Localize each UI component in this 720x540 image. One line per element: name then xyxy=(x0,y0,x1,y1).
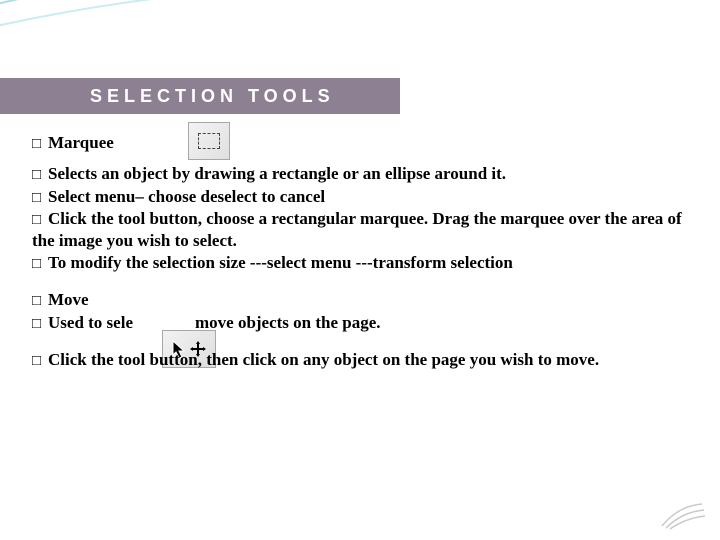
bullet-marker: □ xyxy=(32,255,48,274)
page-title: SELECTION TOOLS xyxy=(90,86,335,107)
bullet-text: Select menu– choose deselect to cancel xyxy=(48,187,325,206)
bullet-marker: □ xyxy=(32,189,48,208)
background-swoosh xyxy=(0,0,720,140)
bullet-text: Click the tool button, then click on any… xyxy=(48,350,599,369)
bullet-line: □Select menu– choose deselect to cancel xyxy=(32,186,688,208)
bullet-marker: □ xyxy=(32,166,48,185)
bullet-text: To modify the selection size ---select m… xyxy=(48,253,513,272)
bullet-marker: □ xyxy=(32,352,48,371)
bullet-marker: □ xyxy=(32,292,48,311)
bullet-line: □Move xyxy=(32,289,688,311)
bullet-text-post: move objects on the page. xyxy=(195,313,381,332)
bullet-line: □To modify the selection size ---select … xyxy=(32,252,688,274)
content-area: □Marquee □Selects an object by drawing a… xyxy=(32,132,688,371)
bullet-marker: □ xyxy=(32,135,48,154)
bullet-line: □Selects an object by drawing a rectangl… xyxy=(32,163,688,185)
bullet-text: Selects an object by drawing a rectangle… xyxy=(48,164,506,183)
bullet-marker: □ xyxy=(32,315,48,334)
title-bar: SELECTION TOOLS xyxy=(0,78,400,114)
bullet-text: Click the tool button, choose a rectangu… xyxy=(32,209,682,250)
bullet-text: Marquee xyxy=(48,133,114,152)
bullet-text-pre: Used to sele xyxy=(48,313,133,332)
bullet-marker: □ xyxy=(32,211,48,230)
corner-decoration-icon xyxy=(658,498,706,530)
bullet-text: Move xyxy=(48,290,89,309)
bullet-line: □Click the tool button, then click on an… xyxy=(32,349,688,371)
bullet-line: □Used to sele move objects on the page. xyxy=(32,312,688,334)
bullet-line: □Marquee xyxy=(32,132,688,154)
bullet-line: □Click the tool button, choose a rectang… xyxy=(32,208,688,251)
